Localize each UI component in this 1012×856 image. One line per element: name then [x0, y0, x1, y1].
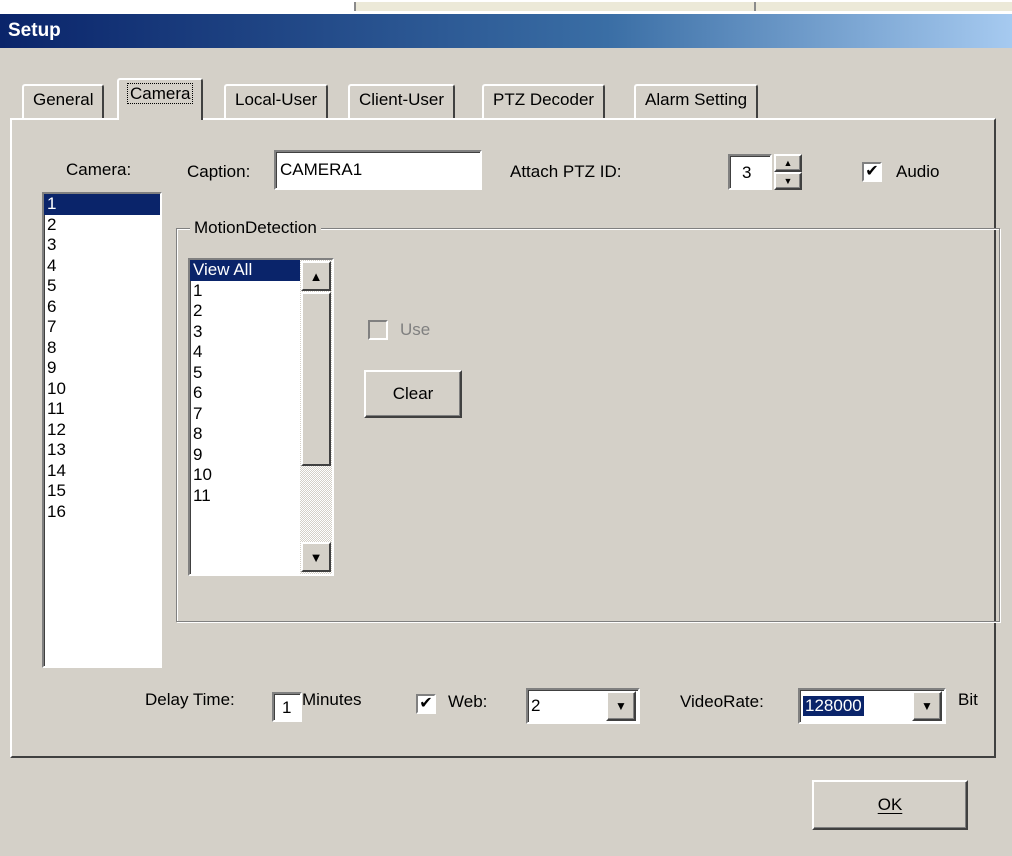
caption-input[interactable]: CAMERA1 [274, 150, 482, 190]
videorate-select-value: 128000 [803, 696, 864, 716]
delay-time-label: Delay Time: [145, 690, 235, 709]
audio-checkbox[interactable]: ✔ [862, 162, 882, 182]
background-window-segment [354, 2, 754, 11]
camera-list-item[interactable]: 2 [44, 215, 160, 236]
spin-up-icon: ▲ [783, 158, 793, 168]
motion-zone-item[interactable]: 7 [190, 404, 300, 425]
check-icon: ✔ [419, 695, 433, 712]
motion-zone-list[interactable]: View All 1 2 3 4 5 6 7 8 9 10 11 ▲ ▼ [188, 258, 334, 576]
motion-zone-item[interactable]: 11 [190, 486, 300, 507]
motion-zone-item[interactable]: 10 [190, 465, 300, 486]
videorate-select[interactable]: 128000 ▼ [798, 688, 946, 724]
check-icon: ✔ [865, 163, 879, 180]
motion-zone-item[interactable]: 6 [190, 383, 300, 404]
camera-list-item[interactable]: 9 [44, 358, 160, 379]
camera-list-item[interactable]: 3 [44, 235, 160, 256]
camera-list-item[interactable]: 14 [44, 461, 160, 482]
ptz-id-value: 3 [742, 163, 752, 182]
chevron-down-icon: ▼ [615, 699, 627, 713]
spin-down-icon: ▼ [783, 176, 793, 186]
scroll-up-icon: ▲ [309, 268, 323, 284]
ok-label: OK [877, 795, 903, 814]
motion-detection-label: MotionDetection [190, 218, 321, 238]
ptz-spin-up-button[interactable]: ▲ [774, 154, 802, 172]
web-select[interactable]: 2 ▼ [526, 688, 640, 724]
videorate-unit-label: Bit [958, 690, 978, 709]
delay-time-input[interactable]: 1 [272, 692, 302, 722]
scroll-thumb[interactable] [301, 292, 331, 466]
tab-label: Client-User [359, 90, 445, 109]
camera-list-item[interactable]: 15 [44, 481, 160, 502]
camera-list-item[interactable]: 16 [44, 502, 160, 523]
clear-label: Clear [392, 384, 434, 403]
camera-list-item[interactable]: 8 [44, 338, 160, 359]
motion-zone-item[interactable]: View All [190, 260, 300, 281]
tab-local-user[interactable]: Local-User [224, 84, 329, 118]
ptz-id-label: Attach PTZ ID: [510, 162, 622, 181]
camera-list[interactable]: 1 2 3 4 5 6 7 8 9 10 11 12 13 14 15 16 [42, 192, 162, 668]
background-window-strip [0, 0, 1012, 14]
tab-label: Camera [126, 83, 194, 104]
ok-button[interactable]: OK [812, 780, 968, 830]
camera-list-item[interactable]: 5 [44, 276, 160, 297]
background-window-segment [754, 2, 1012, 11]
scroll-up-button[interactable]: ▲ [301, 261, 331, 291]
caption-value: CAMERA1 [280, 160, 363, 179]
motion-zone-item[interactable]: 2 [190, 301, 300, 322]
chevron-down-icon: ▼ [921, 699, 933, 713]
camera-tab-panel: Camera: 1 2 3 4 5 6 7 8 9 10 11 12 13 14 15 16 Caption:… [10, 118, 1000, 758]
camera-list-item[interactable]: 6 [44, 297, 160, 318]
tab-general[interactable]: General [22, 84, 105, 118]
scroll-down-icon: ▼ [309, 549, 323, 565]
videorate-label: VideoRate: [680, 692, 764, 711]
delay-time-value: 1 [282, 698, 292, 717]
tab-ptz-decoder[interactable]: PTZ Decoder [482, 84, 606, 118]
camera-list-item[interactable]: 1 [44, 194, 160, 215]
motion-zone-item[interactable]: 4 [190, 342, 300, 363]
web-checkbox[interactable]: ✔ [416, 694, 436, 714]
caption-label: Caption: [187, 162, 251, 181]
web-select-value: 2 [531, 696, 541, 715]
title-bar[interactable]: Setup [0, 14, 1012, 48]
tab-label: Local-User [235, 90, 318, 109]
tab-label: Alarm Setting [645, 90, 748, 109]
camera-list-item[interactable]: 12 [44, 420, 160, 441]
camera-list-item[interactable]: 4 [44, 256, 160, 277]
motion-zone-item[interactable]: 9 [190, 445, 300, 466]
motion-zone-item[interactable]: 8 [190, 424, 300, 445]
scroll-down-button[interactable]: ▼ [301, 542, 331, 572]
tab-label: PTZ Decoder [493, 90, 595, 109]
use-checkbox[interactable] [368, 320, 388, 340]
camera-list-item[interactable]: 11 [44, 399, 160, 420]
audio-label: Audio [896, 162, 940, 181]
clear-button[interactable]: Clear [364, 370, 462, 418]
camera-list-item[interactable]: 7 [44, 317, 160, 338]
ptz-id-input[interactable]: 3 [728, 154, 772, 190]
ptz-spin-down-button[interactable]: ▼ [774, 172, 802, 190]
tab-camera[interactable]: Camera [117, 78, 204, 120]
tab-alarm-setting[interactable]: Alarm Setting [634, 84, 759, 118]
motion-zone-item[interactable]: 3 [190, 322, 300, 343]
videorate-dropdown-button[interactable]: ▼ [912, 691, 942, 721]
delay-unit-label: Minutes [302, 690, 362, 709]
camera-list-item[interactable]: 13 [44, 440, 160, 461]
motion-zone-item[interactable]: 5 [190, 363, 300, 384]
tab-label: General [33, 90, 94, 109]
motion-zone-item[interactable]: 1 [190, 281, 300, 302]
use-label: Use [400, 320, 431, 339]
camera-list-label: Camera: [66, 160, 132, 179]
camera-list-item[interactable]: 10 [44, 379, 160, 400]
tab-client-user[interactable]: Client-User [348, 84, 456, 118]
window-title: Setup [8, 20, 61, 41]
web-label: Web: [448, 692, 488, 711]
web-dropdown-button[interactable]: ▼ [606, 691, 636, 721]
